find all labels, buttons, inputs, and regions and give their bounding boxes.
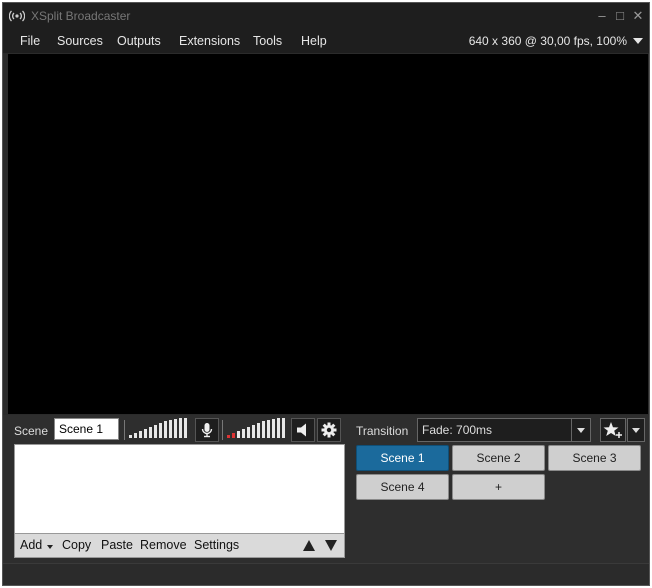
menu-bar: File Sources Outputs Extensions Tools He… [3,29,649,53]
gear-icon [321,422,337,438]
microphone-icon [201,423,213,438]
scene-button-2[interactable]: Scene 2 [452,445,545,471]
scene-button-1[interactable]: Scene 1 [356,445,449,471]
chevron-down-icon [632,428,640,433]
mic-level-meter [129,418,191,440]
stage-preview[interactable] [8,54,648,414]
app-window: XSplit Broadcaster – □ ✕ File Sources Ou… [2,2,650,586]
speaker-button[interactable] [291,418,315,442]
scene-label: Scene [14,424,49,438]
chevron-down-icon[interactable] [47,545,53,549]
window-title: XSplit Broadcaster [31,9,131,23]
speaker-level-meter [227,418,289,440]
microphone-button[interactable] [195,418,219,442]
add-source-button[interactable]: Add [20,538,42,552]
menu-tools[interactable]: Tools [253,34,282,48]
chevron-down-icon[interactable] [633,38,643,44]
move-up-icon[interactable] [303,540,315,551]
chevron-down-icon [577,428,585,433]
resolution-selector[interactable]: 640 x 360 @ 30,00 fps, 100% [469,34,627,48]
menu-file[interactable]: File [20,34,40,48]
menu-outputs[interactable]: Outputs [117,34,161,48]
divider [124,420,125,440]
source-list[interactable] [14,444,345,534]
title-bar: XSplit Broadcaster – □ ✕ [3,3,649,29]
settings-button[interactable] [317,418,341,442]
control-panel: Scene Scene 1 Add Copy Paste Remove Sett… [3,415,649,563]
scene-name-field[interactable]: Scene 1 [54,418,119,440]
move-down-icon[interactable] [325,540,337,551]
copy-button[interactable]: Copy [62,538,91,552]
maximize-button[interactable]: □ [611,7,629,25]
add-scene-button[interactable]: + [452,474,545,500]
transition-select[interactable]: Fade: 700ms [417,418,591,442]
menu-help[interactable]: Help [301,34,327,48]
broadcast-icon [9,10,25,22]
transition-value: Fade: 700ms [422,423,493,437]
close-button[interactable]: ✕ [629,7,647,25]
menu-extensions[interactable]: Extensions [179,34,240,48]
scene-button-3[interactable]: Scene 3 [548,445,641,471]
transition-label: Transition [356,424,409,438]
menu-sources[interactable]: Sources [57,34,103,48]
speaker-icon [297,423,306,437]
divider [222,420,223,440]
status-bar [3,563,649,585]
minimize-button[interactable]: – [593,7,611,25]
transition-menu-button[interactable] [627,418,645,442]
star-add-icon [603,422,622,438]
scene-button-4[interactable]: Scene 4 [356,474,449,500]
source-settings-button[interactable]: Settings [194,538,239,552]
transition-favorite-button[interactable] [600,418,626,442]
remove-button[interactable]: Remove [140,538,187,552]
paste-button[interactable]: Paste [101,538,133,552]
source-toolbar: Add Copy Paste Remove Settings [14,534,345,558]
